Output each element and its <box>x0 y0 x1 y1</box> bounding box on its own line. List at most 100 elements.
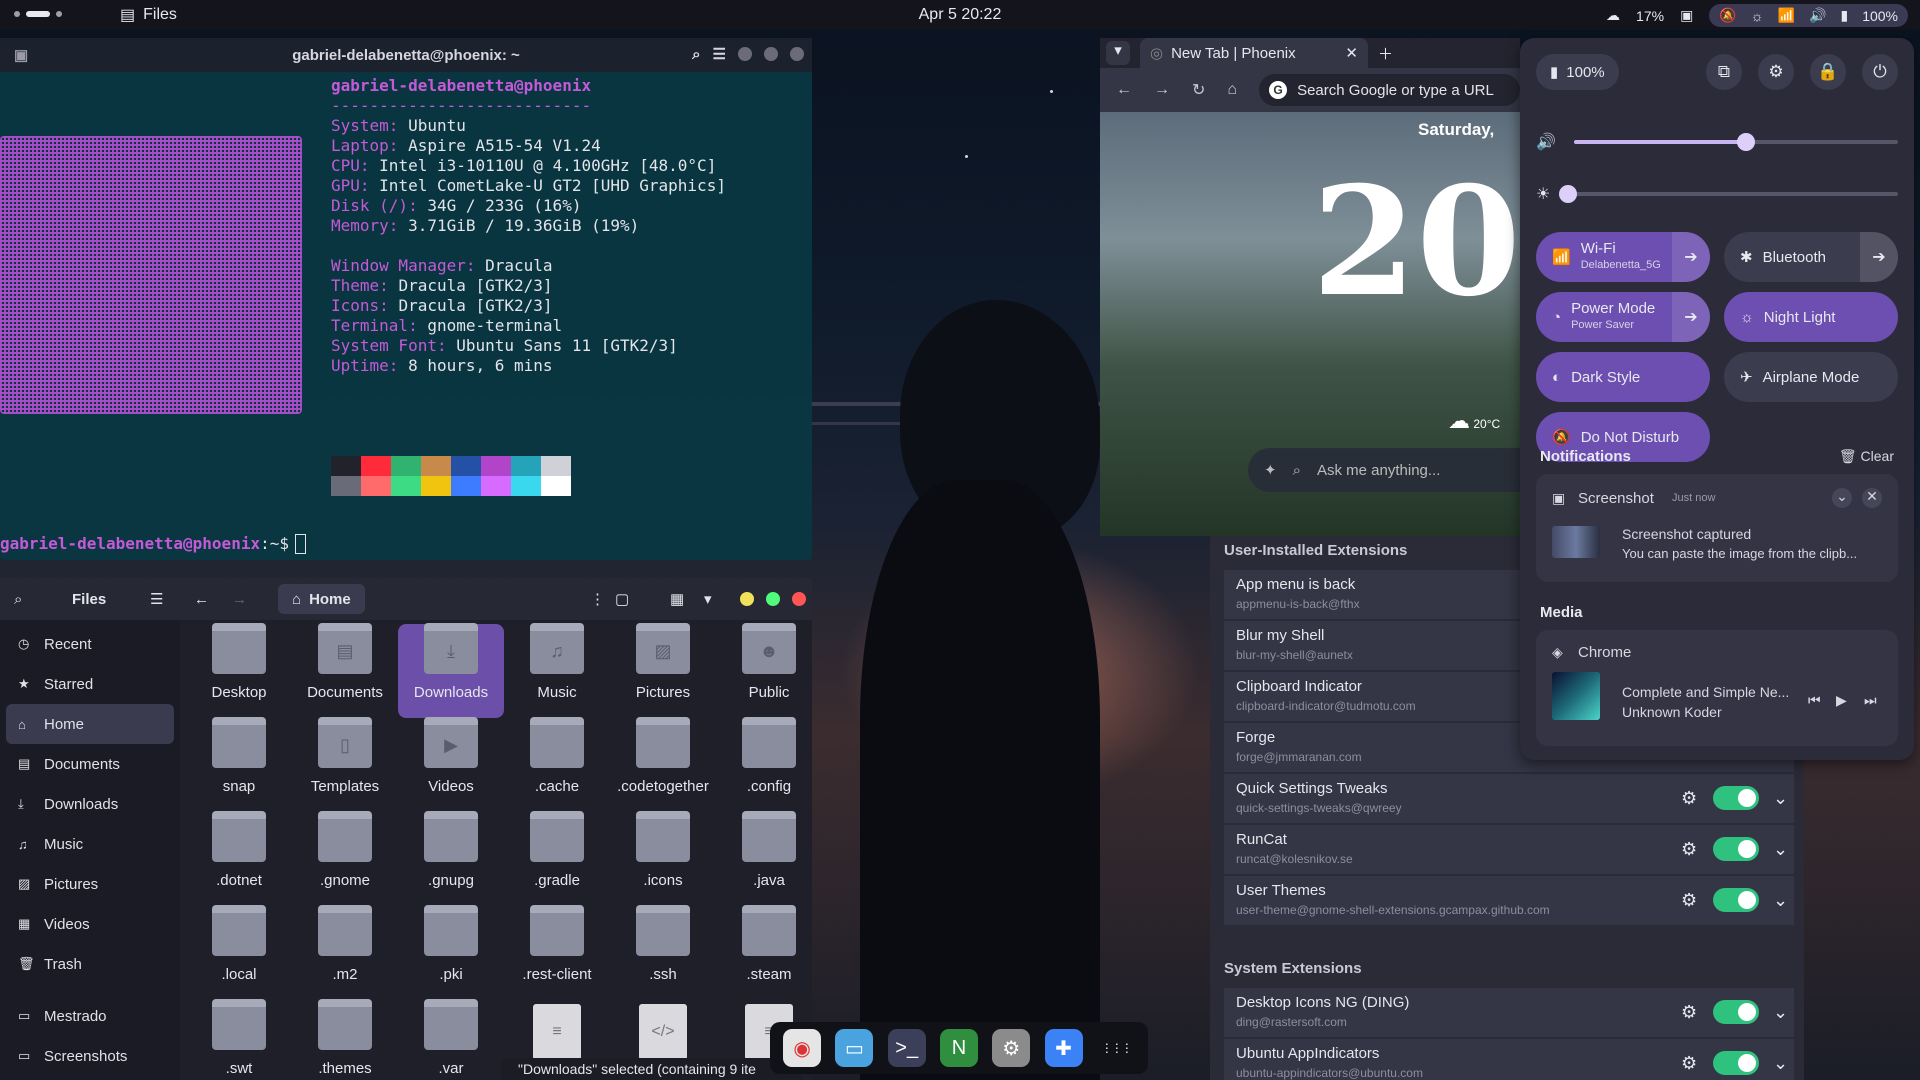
chevron-down-icon[interactable]: ⌄ <box>1773 839 1788 860</box>
file-item[interactable]: .themes <box>292 999 398 1080</box>
media-player-card[interactable]: ◈ Chrome Complete and Simple Ne... Unkno… <box>1536 630 1898 746</box>
settings-gear-icon[interactable]: ⚙ <box>1681 1003 1699 1021</box>
file-item[interactable]: ▶ Videos <box>398 717 504 812</box>
reload-icon[interactable]: ↻ <box>1192 80 1205 100</box>
next-track-icon[interactable]: ⏭ <box>1864 692 1877 709</box>
notification-card[interactable]: ▣ Screenshot Just now ⌄ ✕ Screenshot cap… <box>1536 474 1898 582</box>
new-folder-icon[interactable]: ▢ <box>615 590 629 608</box>
chevron-down-icon[interactable]: ⌄ <box>1832 488 1852 508</box>
settings-gear-icon[interactable]: ⚙ <box>1681 1054 1699 1072</box>
chevron-down-icon[interactable]: ⌄ <box>1773 1002 1788 1023</box>
maximize-button[interactable] <box>766 592 780 606</box>
extension-toggle[interactable] <box>1713 1051 1759 1075</box>
files-icon[interactable]: ▭ <box>835 1029 874 1067</box>
extension-toggle[interactable] <box>1713 888 1759 912</box>
file-item[interactable]: snap <box>186 717 292 812</box>
extensions-icon[interactable]: ✚ <box>1044 1029 1083 1067</box>
file-item[interactable]: ▨ Pictures <box>610 623 716 718</box>
files-headerbar[interactable]: ⌕ Files ☰ ← → ⌂ Home ⋮ ▢ ▦ ▾ <box>0 578 812 620</box>
close-button[interactable] <box>792 592 806 606</box>
file-item[interactable]: .pki <box>398 905 504 1000</box>
file-item[interactable]: .dotnet <box>186 811 292 906</box>
clipboard-icon[interactable]: ▣ <box>1680 7 1693 24</box>
night-light-toggle[interactable]: ☼ Night Light <box>1724 292 1898 342</box>
files-window[interactable]: ⌕ Files ☰ ← → ⌂ Home ⋮ ▢ ▦ ▾ ◷ Recent ★ Sta… <box>0 578 812 1080</box>
file-item[interactable]: .icons <box>610 811 716 906</box>
file-item[interactable]: ▯ Templates <box>292 717 398 812</box>
file-item[interactable]: .swt <box>186 999 292 1080</box>
settings-gear-icon[interactable]: ⚙ <box>1681 789 1699 807</box>
minimize-button[interactable] <box>738 47 752 61</box>
address-bar[interactable]: G Search Google or type a URL <box>1259 74 1520 106</box>
sidebar-item-pictures[interactable]: ▨ Pictures <box>0 864 180 904</box>
maximize-button[interactable] <box>764 47 778 61</box>
home-icon[interactable]: ⌂ <box>1227 81 1237 99</box>
lock-icon[interactable]: 🔒 <box>1810 54 1846 90</box>
file-item[interactable]: .local <box>186 905 292 1000</box>
file-item[interactable]: .config <box>716 717 812 812</box>
file-item[interactable]: .gnome <box>292 811 398 906</box>
chevron-down-icon[interactable]: ⌄ <box>1773 890 1788 911</box>
tab-new-tab[interactable]: ◎ New Tab | Phoenix ✕ <box>1140 38 1368 68</box>
battery-button[interactable]: ▮ 100% <box>1536 54 1619 90</box>
magic-wand-icon[interactable]: ✦ <box>1264 461 1277 479</box>
volume-slider[interactable] <box>1573 133 1898 151</box>
file-item[interactable]: .ssh <box>610 905 716 1000</box>
sidebar-item-starred[interactable]: ★ Starred <box>0 664 180 704</box>
sidebar-item-recent[interactable]: ◷ Recent <box>0 624 180 664</box>
neovim-icon[interactable]: N <box>939 1029 978 1067</box>
settings-gear-icon[interactable]: ⚙ <box>1681 891 1699 909</box>
file-item[interactable]: ⤓ Downloads <box>398 623 504 718</box>
shell-prompt[interactable]: gabriel-delabenetta@phoenix:~$ <box>0 534 306 554</box>
forward-arrow-icon[interactable]: → <box>1154 81 1170 99</box>
tab-search-icon[interactable]: ▾ <box>1106 41 1130 65</box>
location-breadcrumb[interactable]: ⌂ Home <box>278 584 365 614</box>
back-arrow-icon[interactable]: ← <box>1116 81 1132 99</box>
arrow-right-icon[interactable]: ➔ <box>1672 232 1710 282</box>
sidebar-menu-icon[interactable]: ☰ <box>150 590 163 608</box>
terminal-titlebar[interactable]: ▣ gabriel-delabenetta@phoenix: ~ ⌕ ☰ <box>0 38 812 72</box>
back-arrow-icon[interactable]: ← <box>194 591 209 608</box>
sidebar-item-downloads[interactable]: ⤓ Downloads <box>0 784 180 824</box>
settings-gear-icon[interactable]: ⚙ <box>1758 54 1794 90</box>
file-item[interactable]: .steam <box>716 905 812 1000</box>
chevron-down-icon[interactable]: ▾ <box>704 590 712 608</box>
dark-style-toggle[interactable]: ◐ Dark Style <box>1536 352 1710 402</box>
ask-ai-bar[interactable]: ✦ ⌕ Ask me anything... <box>1248 448 1520 492</box>
sidebar-item-music[interactable]: ♫ Music <box>0 824 180 864</box>
chevron-down-icon[interactable]: ⌄ <box>1773 1053 1788 1074</box>
wifi-toggle[interactable]: 📶 Wi-Fi Delabenetta_5G ➔ <box>1536 232 1710 282</box>
sidebar-item-documents[interactable]: ▤ Documents <box>0 744 180 784</box>
forward-arrow-icon[interactable]: → <box>232 591 247 608</box>
sidebar-item-home[interactable]: ⌂ Home <box>6 704 174 744</box>
terminal-window[interactable]: ▣ gabriel-delabenetta@phoenix: ~ ⌕ ☰ gab… <box>0 38 812 560</box>
terminal-icon[interactable]: >_ <box>887 1029 926 1067</box>
sidebar-item-trash[interactable]: 🗑 Trash <box>0 944 180 984</box>
close-button[interactable] <box>790 47 804 61</box>
search-icon[interactable]: ⌕ <box>14 591 22 608</box>
file-item[interactable]: .rest-client <box>504 905 610 1000</box>
sidebar-item-mestrado[interactable]: ▭ Mestrado <box>0 996 180 1036</box>
arrow-right-icon[interactable]: ➔ <box>1672 292 1710 342</box>
view-toggle-icon[interactable]: ▦ <box>670 590 684 608</box>
file-item[interactable]: ☻ Public <box>716 623 812 718</box>
play-icon[interactable]: ▶ <box>1836 692 1847 709</box>
chrome-icon[interactable]: ◉ <box>783 1029 822 1067</box>
file-item[interactable]: ♫ Music <box>504 623 610 718</box>
file-item[interactable]: .codetogether <box>610 717 716 812</box>
settings-gear-icon[interactable]: ⚙ <box>1681 840 1699 858</box>
screenshot-button[interactable]: ⧉ <box>1706 54 1742 90</box>
previous-track-icon[interactable]: ⏮ <box>1808 692 1821 709</box>
menu-icon[interactable]: ☰ <box>713 45 726 63</box>
search-icon[interactable]: ⌕ <box>692 46 700 63</box>
kebab-menu-icon[interactable]: ⋮ <box>590 590 605 608</box>
arrow-right-icon[interactable]: ➔ <box>1860 232 1898 282</box>
system-status-menu[interactable]: 🔕 ☼ 📶 🔊 ▮ 100% <box>1709 4 1908 27</box>
extension-toggle[interactable] <box>1713 837 1759 861</box>
file-item[interactable]: .var <box>398 999 504 1080</box>
sidebar-item-videos[interactable]: ▦ Videos <box>0 904 180 944</box>
file-item[interactable]: .cache <box>504 717 610 812</box>
runcat-icon[interactable]: ☁ <box>1606 7 1620 24</box>
airplane-mode-toggle[interactable]: ✈ Airplane Mode <box>1724 352 1898 402</box>
clear-notifications-button[interactable]: 🗑 Clear <box>1839 448 1894 465</box>
